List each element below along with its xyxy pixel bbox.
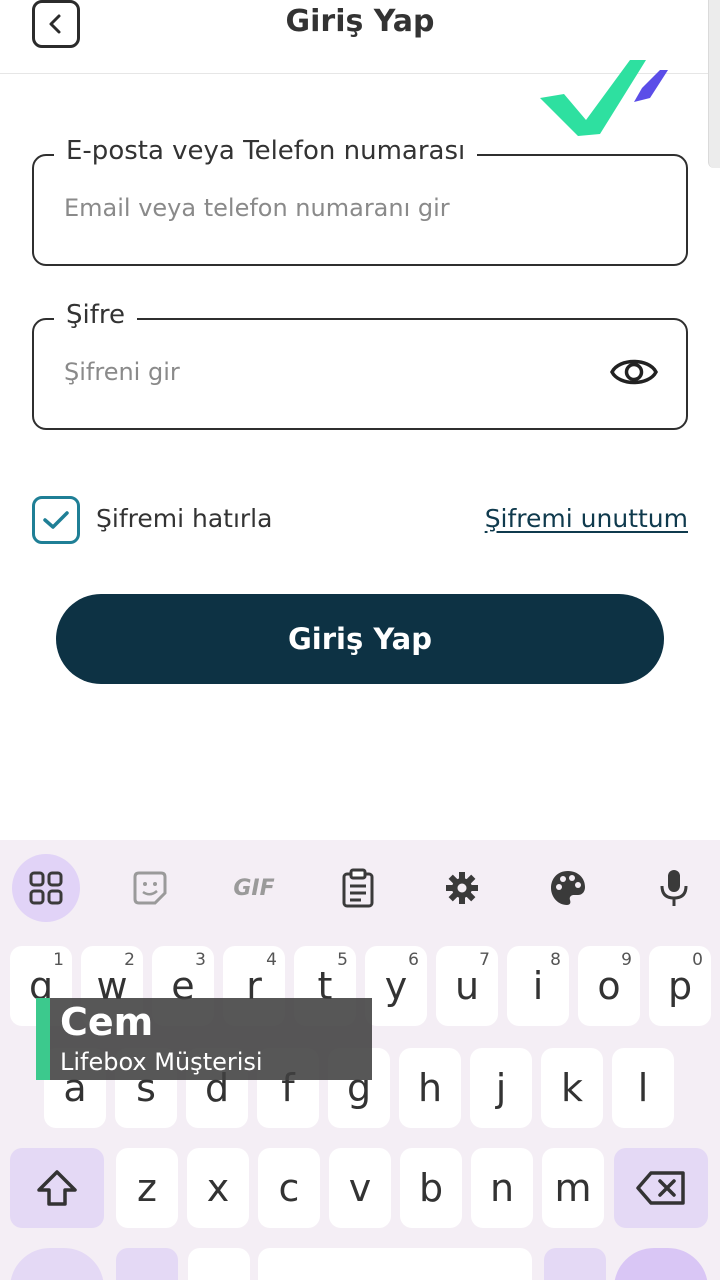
key-hint: 3 — [195, 950, 206, 970]
key-o[interactable]: o9 — [578, 946, 640, 1026]
key-label: h — [417, 1066, 443, 1110]
gif-icon[interactable]: GIF — [220, 854, 288, 922]
grid-icon — [29, 871, 63, 905]
key-i[interactable]: i8 — [507, 946, 569, 1026]
key-hint: 9 — [621, 950, 632, 970]
key-label: x — [206, 1166, 230, 1210]
space-key[interactable] — [258, 1248, 532, 1280]
key-z[interactable]: z — [116, 1148, 178, 1228]
remember-checkbox[interactable] — [32, 496, 80, 544]
sticker-glyph-icon — [133, 871, 167, 905]
email-field[interactable]: E-posta veya Telefon numarası — [32, 136, 688, 266]
forgot-password-link[interactable]: Şifremi unuttum — [485, 504, 688, 533]
key-label: o — [597, 964, 621, 1008]
clipboard-icon[interactable] — [324, 854, 392, 922]
language-key[interactable] — [188, 1248, 250, 1280]
key-hint: 8 — [550, 950, 561, 970]
password-field[interactable]: Şifre — [32, 300, 688, 430]
gif-label: GIF — [233, 875, 275, 901]
eye-icon — [610, 359, 658, 385]
key-k[interactable]: k — [541, 1048, 603, 1128]
page-title: Giriş Yap — [285, 4, 435, 39]
key-label: m — [554, 1166, 592, 1210]
settings-glyph-icon — [446, 872, 478, 904]
key-l[interactable]: l — [612, 1048, 674, 1128]
password-input[interactable] — [64, 358, 604, 386]
key-label: l — [637, 1066, 649, 1110]
key-label: k — [560, 1066, 583, 1110]
key-u[interactable]: u7 — [436, 946, 498, 1026]
speaker-caption: Cem Lifebox Müşterisi — [36, 998, 372, 1080]
period-key[interactable] — [544, 1248, 606, 1280]
key-hint: 7 — [479, 950, 490, 970]
key-label: c — [278, 1166, 300, 1210]
caption-role: Lifebox Müşterisi — [60, 1048, 263, 1076]
caption-accent-bar — [36, 998, 50, 1080]
show-password-button[interactable] — [608, 350, 660, 394]
palette-glyph-icon — [551, 871, 585, 905]
microphone-icon[interactable] — [640, 854, 708, 922]
scrollbar[interactable] — [708, 0, 720, 168]
shift-arrow-icon — [37, 1170, 77, 1206]
caption-name: Cem — [60, 1000, 154, 1044]
key-hint: 1 — [53, 950, 64, 970]
key-label: i — [532, 964, 544, 1008]
remember-label[interactable]: Şifremi hatırla — [96, 504, 272, 533]
key-hint: 4 — [266, 950, 277, 970]
palette-icon[interactable] — [534, 854, 602, 922]
key-label: z — [137, 1166, 157, 1210]
key-label: j — [495, 1066, 507, 1110]
login-button[interactable]: Giriş Yap — [56, 594, 664, 684]
key-x[interactable]: x — [187, 1148, 249, 1228]
key-label: n — [489, 1166, 515, 1210]
enter-key[interactable] — [614, 1248, 708, 1280]
mic-glyph-icon — [660, 870, 688, 906]
key-h[interactable]: h — [399, 1048, 461, 1128]
key-b[interactable]: b — [400, 1148, 462, 1228]
key-label: p — [667, 964, 693, 1008]
key-p[interactable]: p0 — [649, 946, 711, 1026]
key-hint: 2 — [124, 950, 135, 970]
key-hint: 5 — [337, 950, 348, 970]
backspace-key[interactable] — [614, 1148, 708, 1228]
apps-grid-icon[interactable] — [12, 854, 80, 922]
email-label: E-posta veya Telefon numarası — [54, 136, 478, 166]
symbols-key[interactable] — [10, 1248, 104, 1280]
brand-logo — [540, 60, 668, 136]
clipboard-glyph-icon — [342, 868, 374, 908]
key-label: u — [454, 964, 480, 1008]
key-label: y — [384, 964, 408, 1008]
email-input[interactable] — [64, 194, 604, 222]
backspace-icon — [636, 1171, 685, 1205]
sticker-icon[interactable] — [116, 854, 184, 922]
key-v[interactable]: v — [329, 1148, 391, 1228]
checkmark-icon — [43, 511, 69, 529]
key-y[interactable]: y6 — [365, 946, 427, 1026]
emoji-key[interactable] — [116, 1248, 178, 1280]
key-j[interactable]: j — [470, 1048, 532, 1128]
key-label: v — [348, 1166, 372, 1210]
key-m[interactable]: m — [542, 1148, 604, 1228]
password-label: Şifre — [54, 300, 137, 330]
shift-key[interactable] — [10, 1148, 104, 1228]
gear-icon[interactable] — [428, 854, 496, 922]
key-label: b — [418, 1166, 444, 1210]
key-hint: 0 — [692, 950, 703, 970]
key-c[interactable]: c — [258, 1148, 320, 1228]
key-n[interactable]: n — [471, 1148, 533, 1228]
key-hint: 6 — [408, 950, 419, 970]
